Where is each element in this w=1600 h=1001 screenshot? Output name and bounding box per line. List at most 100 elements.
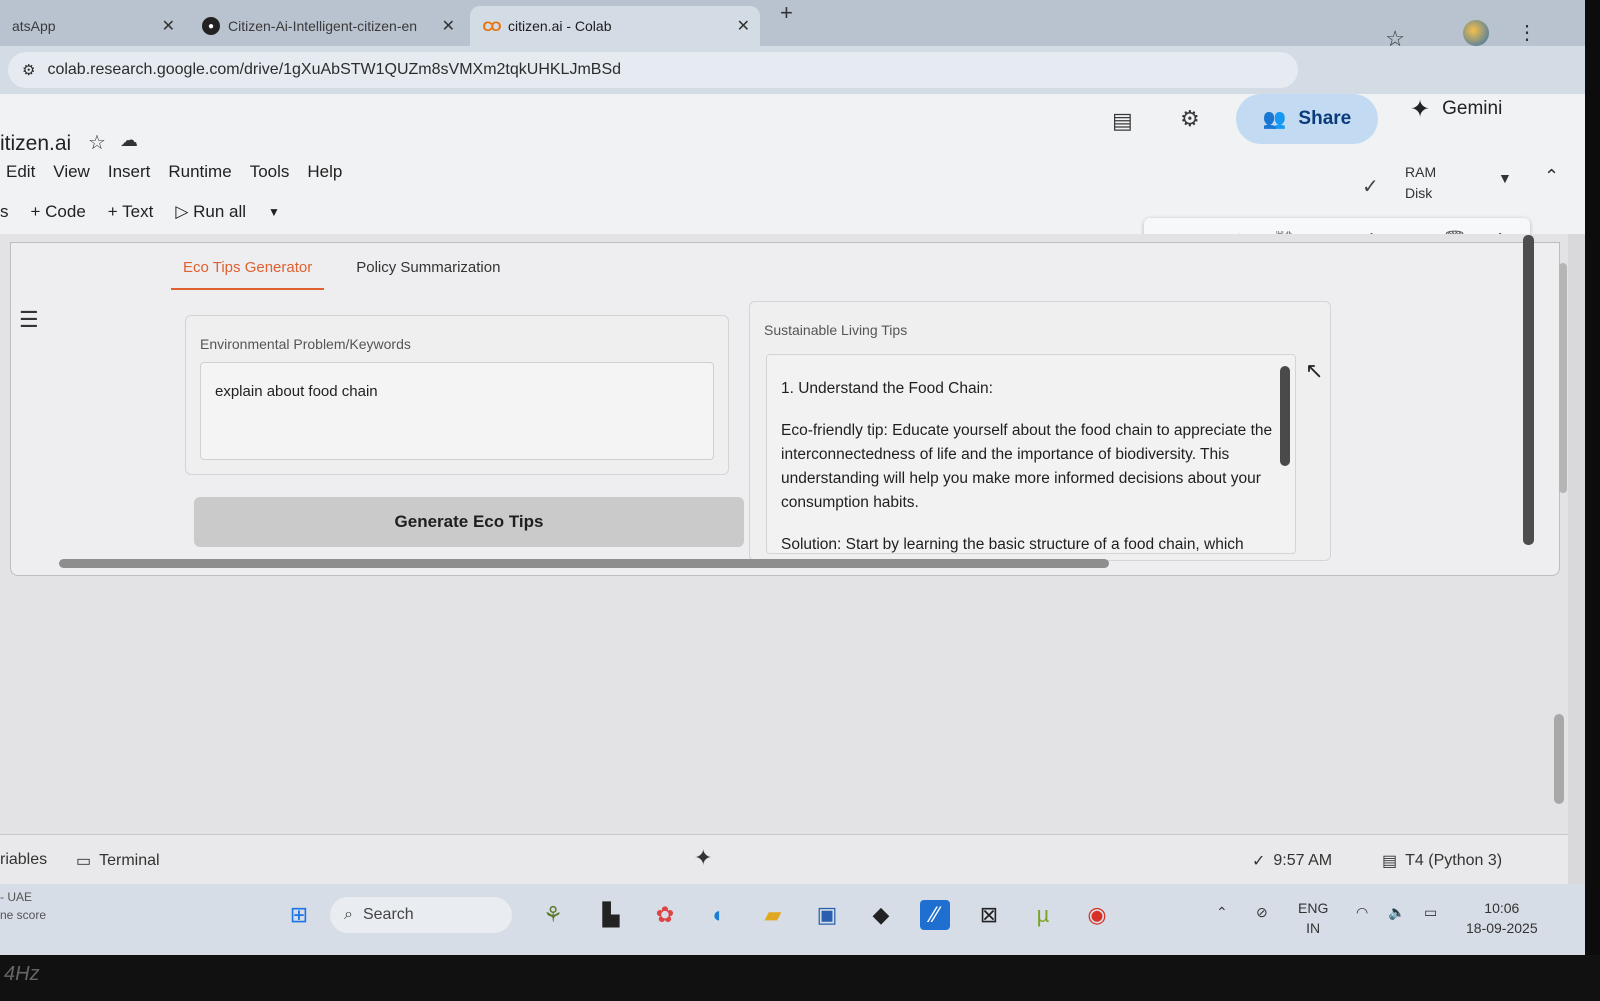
battery-icon[interactable]: ▭ (1424, 902, 1437, 922)
windows-taskbar: - UAE ne score ⊞ ⌕ Search ⚘ ▙ ✿ ◐ ▰ ▣ ◆ … (0, 884, 1585, 955)
page-scrollbar[interactable] (1554, 714, 1564, 804)
cell-vertical-scrollbar[interactable] (1523, 235, 1534, 545)
browser-tab-whatsapp[interactable]: atsApp ✕ (0, 6, 185, 46)
settings-gear-icon[interactable]: ⚙ (1180, 106, 1200, 132)
output-line: Solution: Start by learning the basic st… (781, 536, 1244, 553)
execution-status[interactable]: ✓ 9:57 AM (1252, 851, 1332, 871)
tab-title: Citizen-Ai-Intelligent-citizen-en (228, 18, 418, 34)
share-button[interactable]: 👥 Share (1236, 94, 1378, 144)
edge-icon[interactable]: ◐ (704, 900, 734, 930)
input-label: Environmental Problem/Keywords (200, 336, 411, 352)
close-icon[interactable]: ✕ (737, 16, 750, 36)
runtime-dropdown-icon[interactable]: ▼ (1498, 170, 1512, 186)
language-line-1: ENG (1298, 900, 1329, 916)
add-text-button[interactable]: + Text (108, 202, 154, 222)
menu-runtime[interactable]: Runtime (168, 162, 231, 182)
add-code-label: Code (45, 202, 86, 221)
gemini-sparkle-icon[interactable]: ✦ (694, 845, 712, 871)
menu-tools[interactable]: Tools (250, 162, 290, 182)
resource-monitor[interactable]: RAM Disk (1405, 162, 1436, 204)
tab-policy-summarization[interactable]: Policy Summarization (344, 255, 512, 290)
widgets-icon[interactable]: ⚘ (538, 900, 568, 930)
search-placeholder: Search (362, 906, 414, 923)
menu-edit[interactable]: Edit (6, 162, 35, 182)
variables-button[interactable]: riables (0, 851, 47, 869)
run-all-label: Run all (193, 202, 247, 221)
chrome-icon[interactable]: ◉ (1082, 900, 1112, 930)
status-bar: riables ▭ Terminal ✦ ✓ 9:57 AM ▤ T4 (Pyt… (0, 834, 1568, 884)
variables-label: riables (0, 851, 48, 868)
weather-widget[interactable]: - UAE ne score (0, 888, 46, 924)
menu-view[interactable]: View (53, 162, 90, 182)
browser-tab-github[interactable]: ● Citizen-Ai-Intelligent-citizen-en ✕ (190, 6, 465, 46)
menu-insert[interactable]: Insert (108, 162, 151, 182)
task-view-icon[interactable]: ▙ (596, 900, 626, 930)
runtime-info[interactable]: ▤ T4 (Python 3) (1382, 851, 1502, 871)
tab-title: atsApp (12, 18, 56, 34)
browser-tab-strip: atsApp ✕ ● Citizen-Ai-Intelligent-citize… (0, 0, 1585, 46)
generate-eco-tips-button[interactable]: Generate Eco Tips (194, 497, 744, 547)
execution-time: 9:57 AM (1273, 852, 1333, 869)
show-hidden-icons-icon[interactable]: ⌃ (1216, 902, 1228, 922)
output-scrollbar[interactable] (1280, 366, 1290, 466)
wifi-icon[interactable]: ◠ (1356, 902, 1368, 922)
clock[interactable]: 10:06 18-09-2025 (1466, 898, 1538, 938)
app-cube-icon[interactable]: ◆ (866, 900, 896, 930)
browser-menu-icon[interactable]: ⋮ (1517, 20, 1537, 45)
star-icon[interactable]: ☆ (88, 130, 106, 155)
file-explorer-icon[interactable]: ▰ (758, 900, 788, 930)
language-indicator[interactable]: ENG IN (1298, 898, 1328, 938)
terminal-label: Terminal (99, 852, 160, 869)
xbox-icon[interactable]: ⊠ (974, 900, 1004, 930)
address-bar[interactable]: ⚙ colab.research.google.com/drive/1gXuAb… (8, 52, 1298, 88)
taskbar-search[interactable]: ⌕ Search (330, 897, 512, 933)
windows-start-icon[interactable]: ⊞ (284, 900, 314, 930)
connected-check-icon: ✓ (1362, 176, 1379, 198)
network-off-icon[interactable]: ⊘ (1256, 902, 1268, 922)
address-bar-row: ⚙ colab.research.google.com/drive/1gXuAb… (0, 46, 1585, 94)
sparkle-icon: ✦ (1410, 95, 1431, 123)
url-text: colab.research.google.com/drive/1gXuAbST… (47, 61, 622, 78)
site-settings-icon[interactable]: ⚙ (22, 61, 35, 79)
cell-outer-scrollbar[interactable] (1559, 263, 1567, 493)
new-tab-icon[interactable]: + (780, 0, 793, 26)
keywords-input[interactable]: explain about food chain (200, 362, 714, 460)
search-icon: ⌕ (344, 906, 353, 923)
vscode-icon[interactable]: ⁄⁄ (920, 900, 950, 930)
close-icon[interactable]: ✕ (162, 16, 175, 36)
check-icon: ✓ (1252, 853, 1266, 870)
menu-help[interactable]: Help (307, 162, 342, 182)
clock-time: 10:06 (1484, 900, 1520, 916)
gemini-label: Gemini (1442, 98, 1503, 119)
profile-avatar[interactable] (1463, 20, 1489, 46)
tab-eco-tips-generator[interactable]: Eco Tips Generator (171, 255, 325, 290)
store-icon[interactable]: ▣ (812, 900, 842, 930)
run-all-dropdown-icon[interactable]: ▼ (268, 205, 280, 219)
notebook-title[interactable]: itizen.ai (0, 132, 71, 156)
utorrent-icon[interactable]: µ (1028, 900, 1058, 930)
add-code-button[interactable]: + Code (31, 202, 86, 222)
close-icon[interactable]: ✕ (442, 16, 455, 36)
colab-header: itizen.ai ☆ ☁ Edit View Insert Runtime T… (0, 94, 1585, 234)
horizontal-scrollbar[interactable] (59, 559, 1109, 568)
browser-tab-colab[interactable]: CO citizen.ai - Colab ✕ (470, 6, 760, 46)
output-menu-icon[interactable]: ☰ (19, 307, 39, 333)
output-line: 1. Understand the Food Chain: (781, 380, 993, 397)
mouse-cursor-icon: ↖ (1305, 358, 1324, 383)
copilot-icon[interactable]: ✿ (650, 900, 680, 930)
gemini-button[interactable]: ✦ Gemini (1410, 94, 1502, 124)
output-cell: ☰ Eco Tips Generator Policy Summarizatio… (10, 235, 1567, 576)
bookmark-star-icon[interactable]: ☆ (1385, 26, 1405, 52)
collapse-header-icon[interactable]: ⌃ (1544, 166, 1559, 187)
tips-output[interactable]: 1. Understand the Food Chain: Eco-friend… (766, 354, 1296, 554)
ram-label: RAM (1405, 164, 1437, 180)
terminal-button[interactable]: ▭ Terminal (76, 851, 160, 871)
run-all-button[interactable]: ▷ Run all (175, 202, 246, 222)
notebook-toolbar: s + Code + Text ▷ Run all ▼ (0, 202, 280, 222)
runtime-label: T4 (Python 3) (1405, 852, 1503, 869)
cloud-icon[interactable]: ☁ (120, 130, 138, 151)
comments-icon[interactable]: ▤ (1112, 108, 1133, 134)
volume-icon[interactable]: 🔈 (1388, 902, 1405, 922)
output-line: Eco-friendly tip: Educate yourself about… (781, 422, 1273, 511)
monitor-bezel: 4Hz (0, 955, 1600, 1001)
